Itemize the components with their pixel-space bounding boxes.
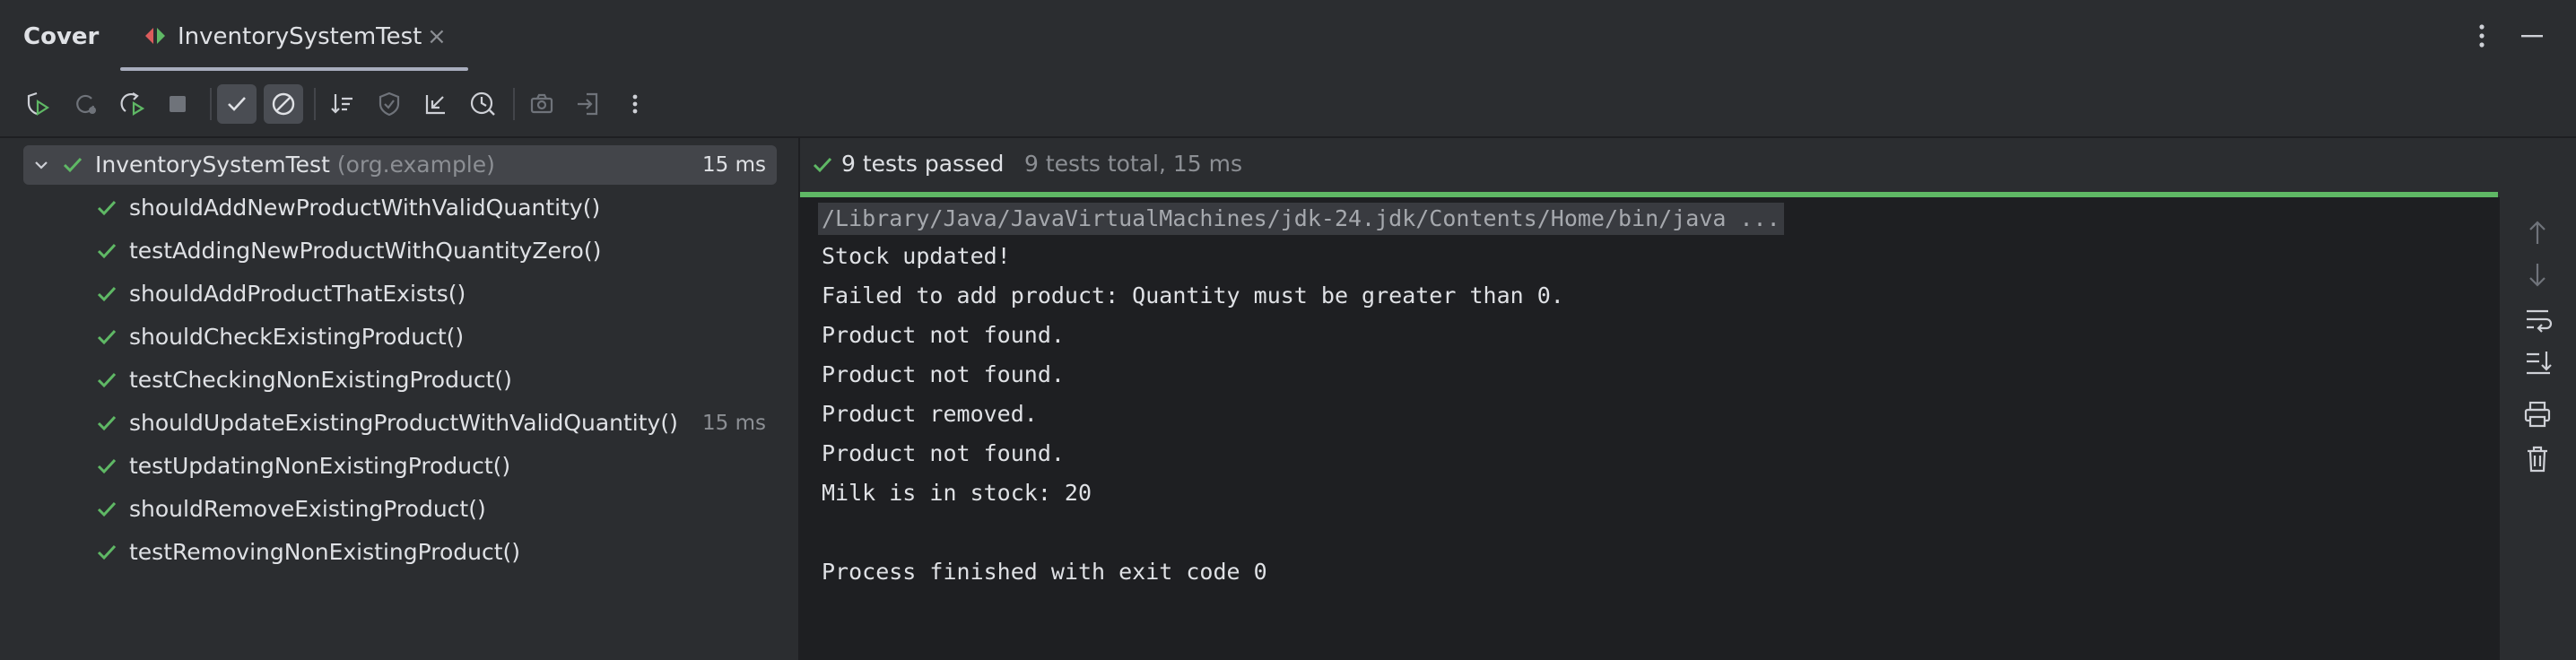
test-name: testUpdatingNonExistingProduct()	[129, 453, 511, 479]
down-arrow-icon[interactable]	[2519, 256, 2555, 292]
sort-by-duration-button[interactable]	[463, 84, 502, 124]
tab-inventory-system-test[interactable]: InventorySystemTest ×	[120, 0, 468, 72]
passed-check-icon	[97, 329, 117, 345]
console-line: Failed to add product: Quantity must be …	[822, 282, 1564, 308]
rerun-button[interactable]	[18, 84, 57, 124]
test-item[interactable]: shouldRemoveExistingProduct()	[23, 490, 777, 529]
passed-check-icon	[97, 415, 117, 431]
shield-icon	[379, 91, 400, 117]
tool-window-header: Cover InventorySystemTest ×	[0, 0, 2576, 72]
soft-wrap-icon[interactable]	[2519, 301, 2555, 337]
test-name: shouldCheckExistingProduct()	[129, 324, 465, 350]
test-duration: 15 ms	[702, 412, 766, 435]
test-item[interactable]: testRemovingNonExistingProduct()	[23, 533, 777, 572]
passed-check-icon	[97, 286, 117, 302]
test-item[interactable]: testAddingNewProductWithQuantityZero()	[23, 231, 777, 271]
sort-alphabetically-icon	[331, 94, 352, 114]
test-name: shouldUpdateExistingProductWithValidQuan…	[129, 410, 678, 436]
console-line: Process finished with exit code 0	[822, 559, 1267, 585]
collapse-all-icon	[425, 95, 445, 115]
test-name: shouldAddProductThatExists()	[129, 281, 466, 307]
console-line: Milk is in stock: 20	[822, 480, 1092, 506]
test-name: testRemovingNonExistingProduct()	[129, 539, 521, 565]
test-tree[interactable]: InventorySystemTest (org.example) 15 ms …	[0, 138, 798, 660]
clock-icon	[470, 91, 495, 116]
options-more-icon[interactable]	[2468, 18, 2495, 54]
test-item[interactable]: shouldCheckExistingProduct()	[23, 317, 777, 357]
import-tests-button[interactable]	[569, 84, 608, 124]
test-item[interactable]: shouldUpdateExistingProductWithValidQuan…	[23, 404, 777, 443]
coverage-button[interactable]	[370, 84, 409, 124]
toggle-auto-test-icon	[120, 92, 145, 116]
show-passed-toggle[interactable]	[217, 84, 257, 124]
chevron-down-icon[interactable]	[30, 154, 52, 176]
rerun-failed-icon	[76, 94, 96, 114]
passed-check-icon	[97, 200, 117, 216]
minimize-icon[interactable]	[2519, 20, 2546, 52]
up-arrow-icon[interactable]	[2519, 215, 2555, 251]
passed-check-icon	[97, 544, 117, 560]
passed-check-icon	[97, 501, 117, 517]
tab-label: InventorySystemTest	[178, 23, 422, 50]
test-runner-window: Cover InventorySystemTest × InventorySys…	[0, 0, 2576, 660]
console-line: Product not found.	[822, 440, 1065, 466]
trash-icon[interactable]	[2519, 441, 2555, 477]
screenshot-button[interactable]	[522, 84, 561, 124]
passed-check-icon	[97, 372, 117, 388]
active-tab-indicator	[120, 67, 468, 71]
toggle-auto-test-button[interactable]	[113, 84, 152, 124]
rerun-icon	[27, 91, 50, 117]
console-line: Product not found.	[822, 361, 1065, 387]
more-actions-button[interactable]	[615, 84, 655, 124]
rerun-failed-button[interactable]	[66, 84, 106, 124]
stop-button[interactable]	[158, 84, 197, 124]
toolbar-separator	[314, 88, 316, 120]
show-ignored-toggle[interactable]	[264, 84, 303, 124]
sort-alphabetically-button[interactable]	[323, 84, 362, 124]
tests-passed-label: 9 tests passed	[841, 151, 1005, 177]
checkmark-icon	[228, 97, 246, 111]
close-tab-icon[interactable]: ×	[427, 22, 447, 52]
more-icon	[632, 94, 638, 114]
test-name: testAddingNewProductWithQuantityZero()	[129, 238, 602, 264]
java-command-line[interactable]: /Library/Java/JavaVirtualMachines/jdk-24…	[818, 203, 1784, 235]
toolbar-separator	[210, 88, 212, 120]
toolbar-separator	[513, 88, 515, 120]
camera-icon	[530, 93, 553, 114]
root-test-name: InventorySystemTest (org.example)	[95, 152, 495, 178]
collapse-all-button[interactable]	[416, 84, 456, 124]
import-icon	[578, 92, 598, 116]
passed-check-icon	[813, 157, 832, 173]
test-item[interactable]: shouldAddProductThatExists()	[23, 274, 777, 314]
root-test-duration: 15 ms	[702, 153, 766, 177]
test-name: shouldRemoveExistingProduct()	[129, 496, 486, 522]
console-line: Stock updated!	[822, 243, 1011, 269]
ignored-icon	[272, 92, 295, 116]
console-line: Product removed.	[822, 401, 1038, 427]
passed-check-icon	[97, 243, 117, 259]
passed-check-icon	[63, 157, 83, 173]
console-output[interactable]: /Library/Java/JavaVirtualMachines/jdk-24…	[800, 197, 2498, 660]
test-name: shouldAddNewProductWithValidQuantity()	[129, 195, 601, 221]
test-toolbar	[0, 77, 2576, 131]
test-output-panel: 9 tests passed 9 tests total, 15 ms /Lib…	[800, 138, 2576, 660]
test-status-bar: 9 tests passed 9 tests total, 15 ms	[800, 138, 2576, 192]
test-name: testCheckingNonExistingProduct()	[129, 367, 512, 393]
test-item[interactable]: testCheckingNonExistingProduct()	[23, 360, 777, 400]
run-config-icon	[145, 28, 165, 44]
console-line: Product not found.	[822, 322, 1065, 348]
root-test-package: (org.example)	[336, 152, 495, 178]
tree-root-inventory-system-test[interactable]: InventorySystemTest (org.example) 15 ms	[23, 145, 777, 185]
tests-total-label: 9 tests total, 15 ms	[1024, 151, 1243, 177]
test-item[interactable]: shouldAddNewProductWithValidQuantity()	[23, 188, 777, 228]
tab-cover[interactable]: Cover	[23, 22, 99, 52]
print-icon[interactable]	[2519, 396, 2555, 432]
console-side-toolbar	[2498, 197, 2576, 660]
passed-check-icon	[97, 458, 117, 474]
scroll-to-end-icon[interactable]	[2519, 344, 2555, 380]
test-item[interactable]: testUpdatingNonExistingProduct()	[23, 447, 777, 486]
stop-icon	[170, 96, 186, 112]
